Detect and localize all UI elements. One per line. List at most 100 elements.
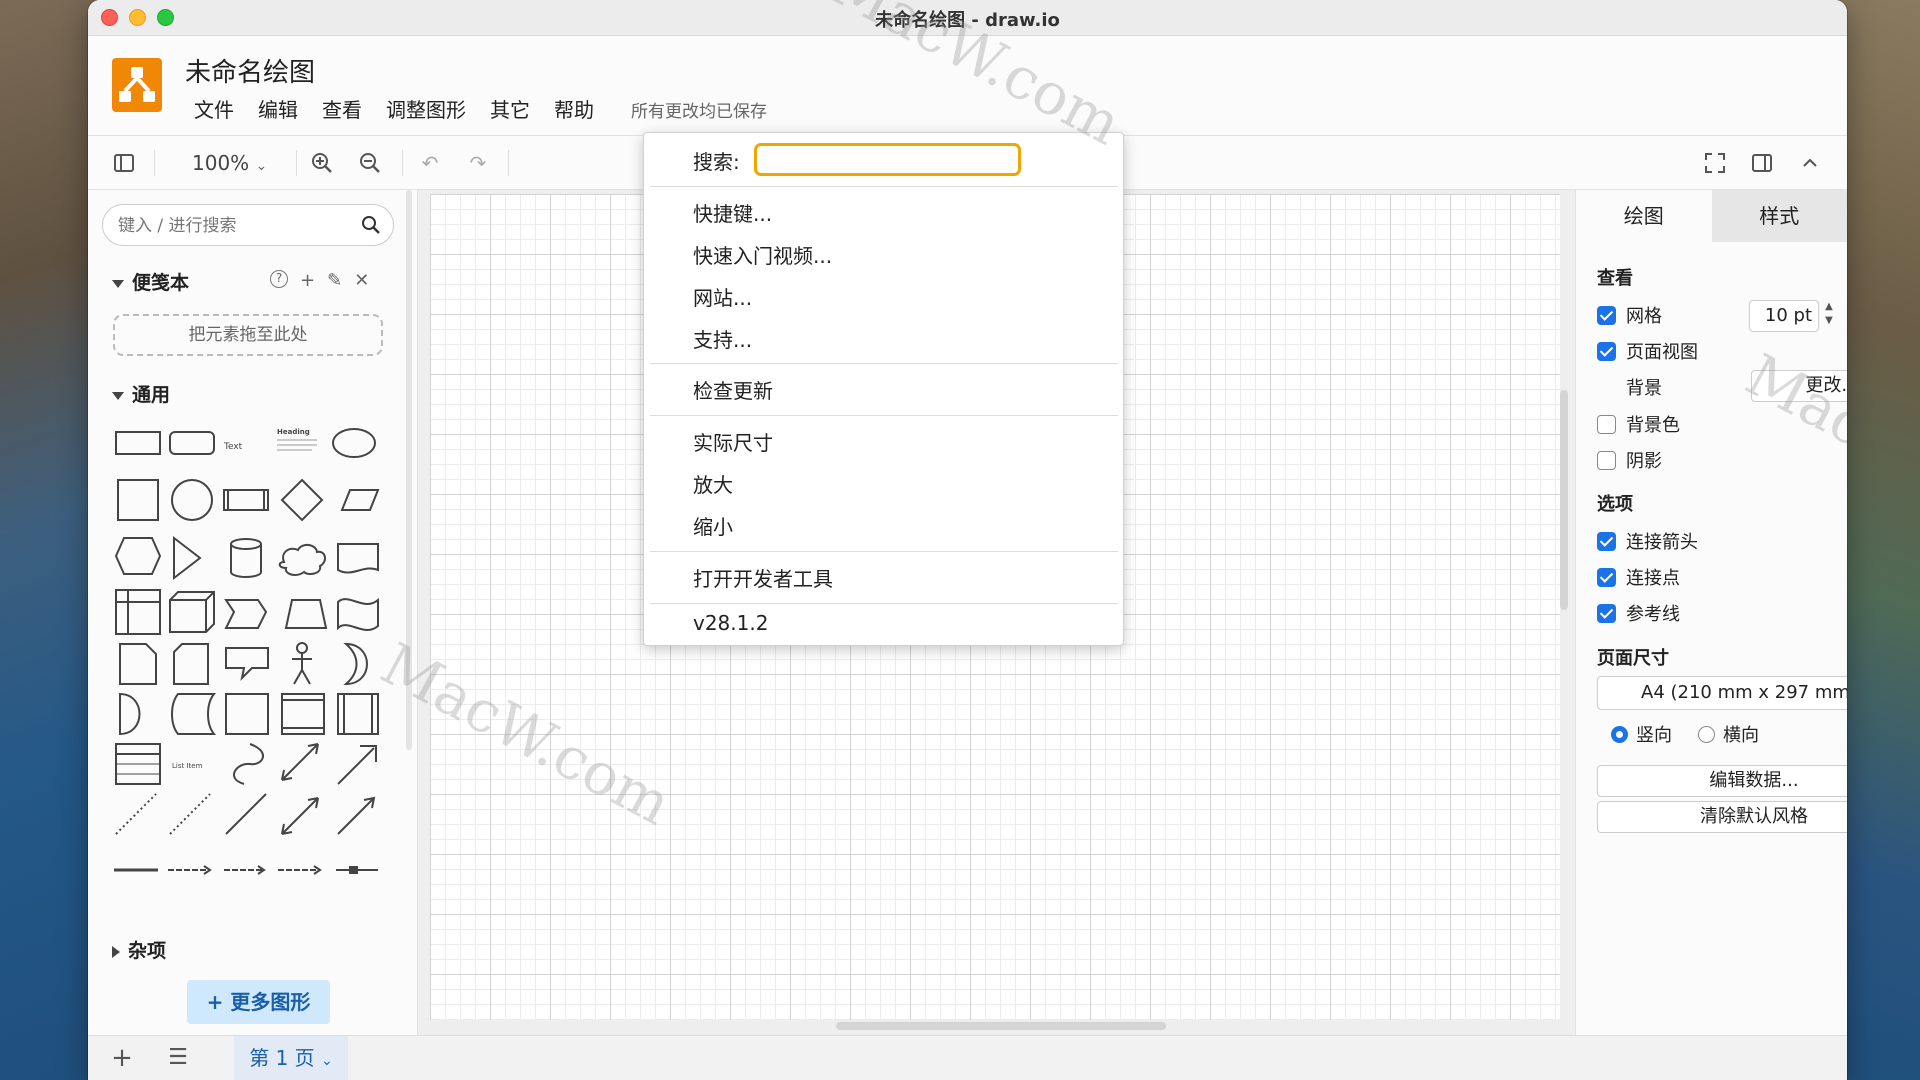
menu-divider (650, 186, 1118, 187)
grid-size-stepper[interactable]: ▲ ▼ (1823, 300, 1835, 332)
guides-label: 参考线 (1626, 604, 1680, 625)
grid-size-input[interactable]: 10 pt (1749, 300, 1819, 332)
pages-menu-icon[interactable]: ☰ (166, 1046, 190, 1070)
tab-diagram[interactable]: 绘图 (1576, 190, 1712, 242)
menu-item-version[interactable]: v28.1.2 (693, 611, 768, 635)
undo-icon[interactable]: ↶ (418, 151, 442, 175)
edit-pencil-icon[interactable]: ✎ (327, 270, 342, 291)
connection-arrows-checkbox[interactable] (1597, 531, 1616, 551)
more-shapes-button[interactable]: + 更多图形 (187, 980, 330, 1024)
page-size-section-title: 页面尺寸 (1597, 648, 1669, 669)
toolbar-separator (296, 150, 297, 176)
scratchpad-header[interactable]: 便笺本 (112, 268, 189, 295)
connection-arrows-option: 连接箭头 (1597, 528, 1698, 554)
save-status: 所有更改均已保存 (631, 102, 767, 122)
shape-search-box (102, 204, 394, 246)
toolbar-separator (402, 150, 403, 176)
chevron-down-icon (112, 391, 124, 400)
menu-item-shortcuts[interactable]: 快捷键... (693, 198, 772, 227)
portrait-radio[interactable] (1611, 725, 1628, 743)
canvas-vertical-scrollbar[interactable] (1560, 390, 1568, 610)
help-search-input[interactable] (754, 143, 1021, 176)
page-size-value: A4 (210 mm x 297 mm) (1641, 682, 1847, 703)
format-panel-toggle-icon[interactable] (112, 151, 136, 175)
help-search-label: 搜索: (693, 150, 740, 174)
close-icon[interactable]: ✕ (354, 270, 369, 291)
menu-divider (650, 603, 1118, 604)
toolbar-separator (154, 150, 155, 176)
zoom-in-icon[interactable] (310, 151, 334, 175)
add-icon[interactable]: + (300, 270, 315, 291)
clear-default-style-button[interactable]: 清除默认风格 (1597, 801, 1847, 833)
edit-data-button[interactable]: 编辑数据... (1597, 765, 1847, 797)
page-size-select[interactable]: A4 (210 mm x 297 mm) ⌄ (1597, 676, 1847, 710)
help-menu-dropdown: 搜索: 快捷键... 快速入门视频... 网站... 支持... 检查更新 实际… (643, 132, 1124, 646)
menu-arrange[interactable]: 调整图形 (386, 94, 480, 123)
shadow-checkbox[interactable] (1597, 450, 1616, 470)
general-title: 通用 (132, 384, 171, 406)
landscape-radio[interactable] (1698, 725, 1715, 743)
options-section-title: 选项 (1597, 494, 1633, 515)
zoom-value: 100% (192, 151, 250, 175)
search-icon[interactable] (361, 215, 381, 235)
connection-arrows-label: 连接箭头 (1626, 532, 1698, 553)
menu-extras[interactable]: 其它 (490, 94, 544, 123)
page-view-label: 页面视图 (1626, 342, 1698, 363)
shape-list-item-sample: List Item (172, 762, 203, 770)
zoom-out-icon[interactable] (358, 151, 382, 175)
collapse-toolbar-icon[interactable] (1798, 151, 1822, 175)
connection-points-label: 连接点 (1626, 568, 1680, 589)
menu-item-zoom-out[interactable]: 缩小 (693, 511, 733, 540)
menu-item-quickstart-video[interactable]: 快速入门视频... (693, 240, 832, 269)
grid-checkbox[interactable] (1597, 305, 1616, 325)
shape-palette-icons[interactable]: Text Heading List Item (112, 422, 384, 902)
format-panel-icon[interactable] (1750, 151, 1774, 175)
guides-option: 参考线 (1597, 600, 1680, 626)
view-section-title: 查看 (1597, 268, 1633, 289)
landscape-label: 横向 (1723, 725, 1759, 746)
misc-shapes-header[interactable]: 杂项 (112, 936, 166, 963)
menu-item-support[interactable]: 支持... (693, 324, 752, 353)
menu-item-check-updates[interactable]: 检查更新 (693, 375, 773, 404)
format-panel-tabs: 绘图 样式 (1576, 190, 1847, 242)
general-shapes-header[interactable]: 通用 (112, 380, 170, 407)
scratchpad-tools: ? + ✎ ✕ (270, 270, 369, 291)
guides-checkbox[interactable] (1597, 603, 1616, 623)
scratchpad-title: 便笺本 (132, 272, 190, 294)
menu-edit[interactable]: 编辑 (258, 94, 312, 123)
menu-help[interactable]: 帮助 (554, 94, 608, 123)
canvas-horizontal-scrollbar[interactable] (836, 1022, 1166, 1030)
shape-search-input[interactable] (118, 214, 348, 238)
menu-file[interactable]: 文件 (194, 94, 248, 123)
menu-item-developer-tools[interactable]: 打开开发者工具 (693, 563, 833, 592)
page-tab-1[interactable]: 第 1 页 ⌄ (234, 1036, 348, 1080)
page-view-option: 页面视图 (1597, 338, 1698, 364)
redo-icon[interactable]: ↷ (466, 151, 490, 175)
misc-title: 杂项 (128, 940, 167, 962)
scratchpad-dropzone[interactable]: 把元素拖至此处 (113, 314, 383, 356)
shape-text-sample: Text (223, 442, 243, 452)
background-option: 背景 (1626, 374, 1662, 400)
connection-points-option: 连接点 (1597, 564, 1680, 590)
shadow-label: 阴影 (1626, 451, 1662, 472)
fullscreen-icon[interactable] (1703, 151, 1727, 175)
tab-style[interactable]: 样式 (1711, 190, 1847, 242)
menu-item-zoom-in[interactable]: 放大 (693, 469, 733, 498)
menu-view[interactable]: 查看 (322, 94, 376, 123)
shapes-sidebar: 便笺本 ? + ✎ ✕ 把元素拖至此处 通用 Text Heading (88, 190, 418, 1035)
background-color-checkbox[interactable] (1597, 414, 1616, 434)
help-icon[interactable]: ? (270, 270, 288, 288)
page-view-checkbox[interactable] (1597, 341, 1616, 361)
portrait-label: 竖向 (1636, 725, 1672, 746)
format-panel: 绘图 样式 查看 网格 10 pt ▲▼ ✒ 页面视图 背景 更改... 背景色… (1575, 190, 1847, 1035)
general-shape-palette: Text Heading List Item (112, 422, 384, 902)
zoom-dropdown[interactable]: 100% ⌄ (192, 151, 267, 175)
background-color-option: 背景色 (1597, 411, 1680, 437)
menu-item-actual-size[interactable]: 实际尺寸 (693, 427, 773, 456)
menu-divider (650, 415, 1118, 416)
menu-item-website[interactable]: 网站... (693, 282, 752, 311)
connection-points-checkbox[interactable] (1597, 567, 1616, 587)
add-page-icon[interactable]: + (110, 1045, 134, 1071)
grid-option: 网格 (1597, 302, 1662, 328)
document-title[interactable]: 未命名绘图 (185, 52, 315, 89)
